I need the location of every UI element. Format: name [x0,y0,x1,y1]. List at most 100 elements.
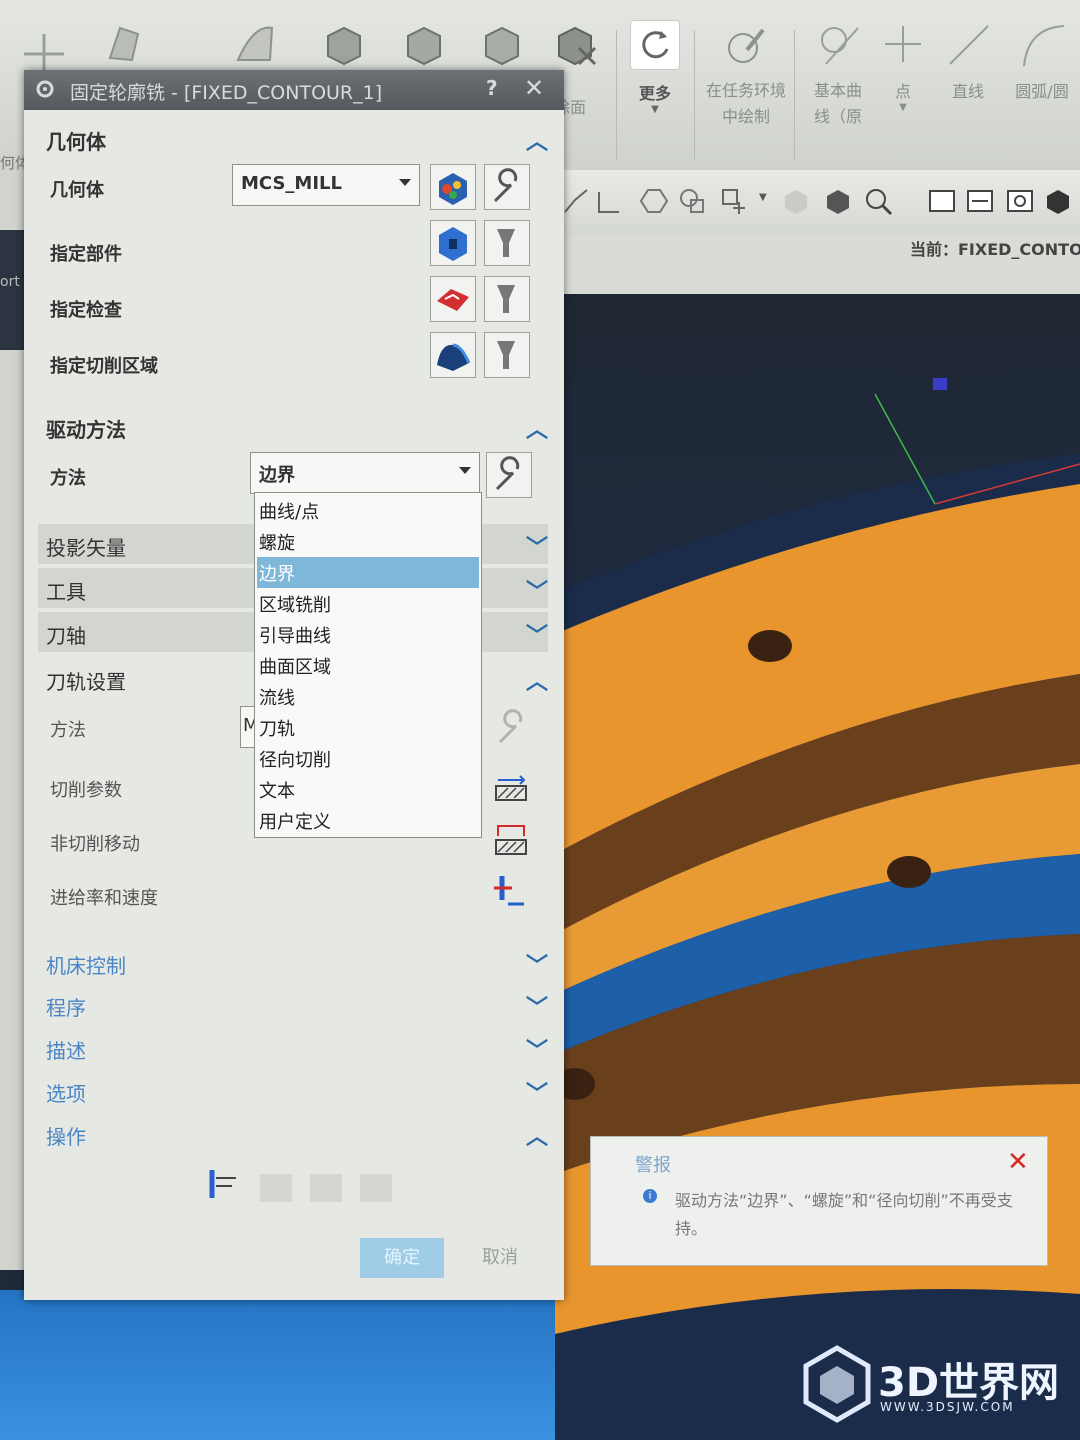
dropdown-option-selected[interactable]: 边界 [257,557,479,588]
snap-icon[interactable] [561,186,591,216]
edit-path-method-button[interactable] [490,706,536,752]
section-geometry-header[interactable]: 几何体 ︿ [38,118,548,158]
cut-params-button[interactable] [490,768,536,814]
dropdown-option[interactable]: 径向切削 [257,743,479,774]
display-check-button[interactable] [484,276,530,322]
add-body-icon[interactable] [719,186,749,216]
ribbon-item-more[interactable]: 更多 ▼ [626,20,684,115]
chevron-down-icon: ▼ [651,104,659,115]
specify-check-button[interactable] [430,276,476,322]
flashlight-icon [497,229,515,257]
chevron-down-icon: ﹀ [525,1039,548,1064]
shape-icon [108,26,140,62]
section-actions[interactable]: 操作 ︿ [38,1113,548,1153]
arc-icon [1023,25,1065,67]
section-program[interactable]: 程序 ﹀ [38,984,548,1024]
dropdown-option[interactable]: 曲线/点 [257,495,479,526]
ribbon-item-sketch[interactable]: 在任务环境中绘制 [700,20,790,130]
alert-message: 驱动方法“边界”、“螺旋”和“径向切削”不再受支持。 [675,1191,1013,1238]
refresh-icon [630,20,680,70]
dropdown-option[interactable]: 文本 [257,774,479,805]
ribbon-label-sketch: 在任务环境中绘制 [706,81,787,126]
ribbon-item-basic-curve[interactable]: 基本曲线（原 [800,20,876,130]
dropdown-option[interactable]: 引导曲线 [257,619,479,650]
ok-button[interactable]: 确定 [360,1238,444,1278]
alert-close-button[interactable]: ✕ [1007,1147,1029,1177]
chevron-down-icon: ﹀ [525,1082,548,1107]
section-description[interactable]: 描述 ﹀ [38,1027,548,1067]
point-icon [885,26,921,62]
dropdown-option[interactable]: 流线 [257,681,479,712]
feeds-speeds-button[interactable] [490,870,536,916]
ribbon-separator [794,30,795,160]
view-toolbar: ▼ [555,170,1080,235]
drive-method-select[interactable]: 边界 [250,452,480,494]
section-machine-control[interactable]: 机床控制 ﹀ [38,942,548,982]
section-drive-header[interactable]: 驱动方法 ︿ [38,406,548,446]
render-style-icon[interactable] [1043,186,1073,216]
dropdown-option[interactable]: 螺旋 [257,526,479,557]
graphics-viewport[interactable] [555,294,1080,1440]
edit-geometry-button[interactable] [484,164,530,210]
multi-body-icon[interactable] [677,186,707,216]
cancel-button[interactable]: 取消 [458,1238,542,1278]
block-icon [407,26,441,66]
left-navigator-tab[interactable]: ort [0,230,24,350]
dropdown-option[interactable]: 区域铣削 [257,588,479,619]
drive-method-label: 方法 [50,468,86,489]
display-cut-area-button[interactable] [484,332,530,378]
geometry-row-label: 几何体 [50,180,104,201]
geometry-select[interactable]: MCS_MILL [232,164,420,206]
rotate-view-icon[interactable] [1005,186,1035,216]
chevron-up-icon: ︿ [525,130,548,155]
replay-icon[interactable] [256,1170,296,1206]
non-cut-moves-button[interactable] [490,818,536,864]
dialog-title-bar[interactable]: 固定轮廓铣 - [FIXED_CONTOUR_1] ? ✕ [24,70,564,110]
dropdown-option[interactable]: 刀轨 [257,712,479,743]
section-drive-label: 驱动方法 [46,418,126,442]
help-button[interactable]: ? [486,76,498,100]
new-geometry-button[interactable] [430,164,476,210]
ribbon-label-line: 直线 [951,82,984,101]
current-operation-label: 当前：FIXED_CONTO [910,240,1080,259]
specify-cut-area-button[interactable] [430,332,476,378]
edit-drive-button[interactable] [486,452,532,498]
ribbon-item-arc[interactable]: 圆弧/圆 [1006,20,1078,102]
gear-icon [36,80,54,98]
quadrant-icon[interactable] [595,186,625,216]
ribbon-item-line[interactable]: 直线 [940,20,996,102]
surface-icon [236,26,274,61]
verify-icon[interactable] [306,1170,346,1206]
chevron-down-icon [399,179,411,186]
chevron-down-icon: ▼ [899,102,907,113]
generate-toolpath-icon[interactable] [204,1164,244,1204]
specify-part-button[interactable] [430,220,476,266]
watermark-url: WWW.3DSJW.COM [880,1400,1015,1414]
ribbon-label-arc: 圆弧/圆 [1015,82,1069,101]
path-method-label: 方法 [50,720,86,741]
graphics-viewport-bottom[interactable] [0,1290,555,1440]
non-cut-moves-icon [495,825,527,855]
check-body-icon [437,289,469,311]
section-options[interactable]: 选项 ﹀ [38,1070,548,1110]
dropdown-option[interactable]: 曲面区域 [257,650,479,681]
drive-method-dropdown[interactable]: 曲线/点 螺旋 边界 区域铣削 引导曲线 曲面区域 流线 刀轨 径向切削 文本 … [254,492,482,838]
cube-shaded-icon[interactable] [823,186,853,216]
list-icon[interactable] [356,1170,396,1206]
zoom-icon[interactable] [863,186,893,216]
chevron-down-icon[interactable]: ▼ [759,192,767,203]
ribbon-item-point[interactable]: 点 ▼ [878,20,928,113]
fit-icon[interactable] [965,186,995,216]
display-part-button[interactable] [484,220,530,266]
hexagon-icon[interactable] [639,186,669,216]
ribbon-label-more: 更多 [638,84,671,103]
block-icon [485,26,519,66]
dropdown-option[interactable]: 用户定义 [257,805,479,836]
cube-faded-icon[interactable] [781,186,811,216]
section-tool-label: 工具 [46,580,86,604]
left-fragment-label: ort [0,274,20,290]
close-button[interactable]: ✕ [524,74,544,102]
watermark-logo-icon [803,1345,871,1423]
dialog-title: 固定轮廓铣 - [FIXED_CONTOUR_1] [70,82,383,104]
view-icon[interactable] [927,186,957,216]
